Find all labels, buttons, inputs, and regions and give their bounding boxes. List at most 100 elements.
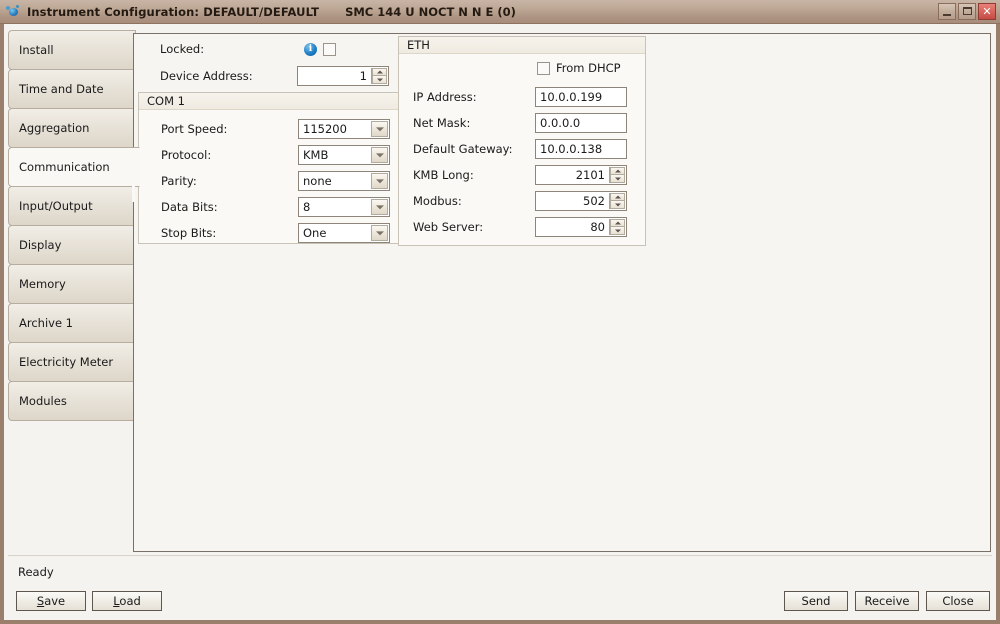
- spinner-down-icon[interactable]: [372, 76, 387, 84]
- web-server-spinner[interactable]: 80: [535, 217, 627, 237]
- web-server-row: Web Server: 80: [413, 217, 627, 237]
- device-address-spinner[interactable]: 1: [297, 66, 389, 86]
- default-gateway-input[interactable]: 10.0.0.138: [535, 139, 627, 159]
- web-server-label: Web Server:: [413, 220, 484, 234]
- sidebar-item-label: Archive 1: [19, 316, 74, 330]
- device-address-row: Device Address: 1: [160, 66, 389, 86]
- load-button[interactable]: Load: [92, 591, 162, 611]
- receive-button[interactable]: Receive: [855, 591, 919, 611]
- sidebar-tabs: Install Time and Date Aggregation Commun…: [8, 30, 140, 554]
- data-bits-row: Data Bits: 8: [161, 197, 390, 217]
- sidebar-item-label: Communication: [19, 160, 110, 174]
- application-window: Instrument Configuration: DEFAULT/DEFAUL…: [0, 0, 1000, 624]
- sidebar-item-archive-1[interactable]: Archive 1: [8, 303, 136, 343]
- ip-address-input[interactable]: 10.0.0.199: [535, 87, 627, 107]
- window-controls: ✕: [938, 3, 996, 20]
- title-bar: Instrument Configuration: DEFAULT/DEFAUL…: [0, 0, 1000, 24]
- data-bits-combobox[interactable]: 8: [298, 197, 390, 217]
- web-server-spin-buttons[interactable]: [609, 219, 625, 235]
- stop-bits-combobox[interactable]: One: [298, 223, 390, 243]
- kmb-long-spinner[interactable]: 2101: [535, 165, 627, 185]
- chevron-down-icon[interactable]: [371, 147, 388, 163]
- com1-group-title: COM 1: [139, 93, 403, 110]
- sidebar-item-electricity-meter[interactable]: Electricity Meter: [8, 342, 136, 382]
- sidebar-item-communication[interactable]: Communication: [8, 147, 140, 187]
- sidebar-item-label: Input/Output: [19, 199, 93, 213]
- from-dhcp-checkbox[interactable]: [537, 61, 550, 75]
- window-title: Instrument Configuration: DEFAULT/DEFAUL…: [27, 4, 320, 19]
- eth-group-title: ETH: [399, 37, 645, 54]
- port-speed-value: 115200: [303, 122, 347, 136]
- protocol-row: Protocol: KMB: [161, 145, 390, 165]
- spinner-down-icon[interactable]: [610, 227, 625, 235]
- sidebar-item-input-output[interactable]: Input/Output: [8, 186, 136, 226]
- spinner-down-icon[interactable]: [610, 175, 625, 183]
- from-dhcp-row[interactable]: From DHCP: [537, 61, 621, 75]
- parity-combobox[interactable]: none: [298, 171, 390, 191]
- chevron-down-icon[interactable]: [371, 225, 388, 241]
- ip-address-row: IP Address: 10.0.0.199: [413, 87, 627, 107]
- modbus-label: Modbus:: [413, 194, 462, 208]
- save-button[interactable]: Save: [16, 591, 86, 611]
- close-icon: ✕: [982, 5, 992, 18]
- eth-groupbox: ETH From DHCP IP Address: 10.0.0.199 Net…: [398, 36, 646, 246]
- protocol-combobox[interactable]: KMB: [298, 145, 390, 165]
- kmb-long-row: KMB Long: 2101: [413, 165, 627, 185]
- close-button[interactable]: ✕: [978, 3, 996, 20]
- locked-checkbox[interactable]: [323, 42, 336, 56]
- protocol-value: KMB: [303, 148, 329, 162]
- sidebar-item-label: Aggregation: [19, 121, 90, 135]
- chevron-down-icon[interactable]: [371, 173, 388, 189]
- info-icon: i: [304, 42, 317, 56]
- window-subtitle: SMC 144 U NOCT N N E (0): [345, 4, 516, 19]
- spinner-down-icon[interactable]: [610, 201, 625, 209]
- sidebar-item-label: Install: [19, 43, 54, 57]
- status-text: Ready: [18, 565, 54, 579]
- active-tab-join: [132, 163, 135, 202]
- window-body: Install Time and Date Aggregation Commun…: [4, 24, 996, 620]
- spinner-up-icon[interactable]: [610, 167, 625, 175]
- sidebar-item-label: Time and Date: [19, 82, 104, 96]
- device-address-spin-buttons[interactable]: [371, 68, 387, 84]
- net-mask-label: Net Mask:: [413, 116, 471, 130]
- minimize-icon: [943, 14, 951, 16]
- spinner-up-icon[interactable]: [610, 193, 625, 201]
- sidebar-item-label: Memory: [19, 277, 66, 291]
- net-mask-input[interactable]: 0.0.0.0: [535, 113, 627, 133]
- chevron-down-icon[interactable]: [371, 199, 388, 215]
- status-bar: Ready Save Load Send Receive Close: [8, 560, 991, 614]
- stop-bits-value: One: [303, 226, 327, 240]
- locked-label: Locked:: [160, 42, 205, 56]
- sidebar-item-display[interactable]: Display: [8, 225, 136, 265]
- kmb-long-value: 2101: [575, 168, 605, 182]
- ip-address-label: IP Address:: [413, 90, 477, 104]
- kmb-long-label: KMB Long:: [413, 168, 474, 182]
- modbus-row: Modbus: 502: [413, 191, 627, 211]
- send-button[interactable]: Send: [784, 591, 848, 611]
- close-action-button[interactable]: Close: [926, 591, 990, 611]
- device-address-value: 1: [359, 69, 367, 83]
- port-speed-label: Port Speed:: [161, 122, 228, 136]
- spinner-up-icon[interactable]: [610, 219, 625, 227]
- sidebar-item-install[interactable]: Install: [8, 30, 136, 70]
- sidebar-item-aggregation[interactable]: Aggregation: [8, 108, 136, 148]
- modbus-spin-buttons[interactable]: [609, 193, 625, 209]
- kmb-long-spin-buttons[interactable]: [609, 167, 625, 183]
- from-dhcp-label: From DHCP: [556, 61, 621, 75]
- status-divider: [8, 555, 992, 556]
- port-speed-combobox[interactable]: 115200: [298, 119, 390, 139]
- com1-groupbox: COM 1 Port Speed: 115200 Protocol: KMB P…: [138, 92, 404, 244]
- sidebar-item-time-and-date[interactable]: Time and Date: [8, 69, 136, 109]
- sidebar-item-modules[interactable]: Modules: [8, 381, 136, 421]
- maximize-button[interactable]: [958, 3, 976, 20]
- minimize-button[interactable]: [938, 3, 956, 20]
- default-gateway-label: Default Gateway:: [413, 142, 513, 156]
- parity-row: Parity: none: [161, 171, 390, 191]
- spinner-up-icon[interactable]: [372, 68, 387, 76]
- stop-bits-row: Stop Bits: One: [161, 223, 390, 243]
- app-icon: [5, 4, 21, 20]
- chevron-down-icon[interactable]: [371, 121, 388, 137]
- modbus-spinner[interactable]: 502: [535, 191, 627, 211]
- sidebar-item-memory[interactable]: Memory: [8, 264, 136, 304]
- content-panel: Locked: i Device Address: 1 COM 1 Port S…: [133, 33, 991, 552]
